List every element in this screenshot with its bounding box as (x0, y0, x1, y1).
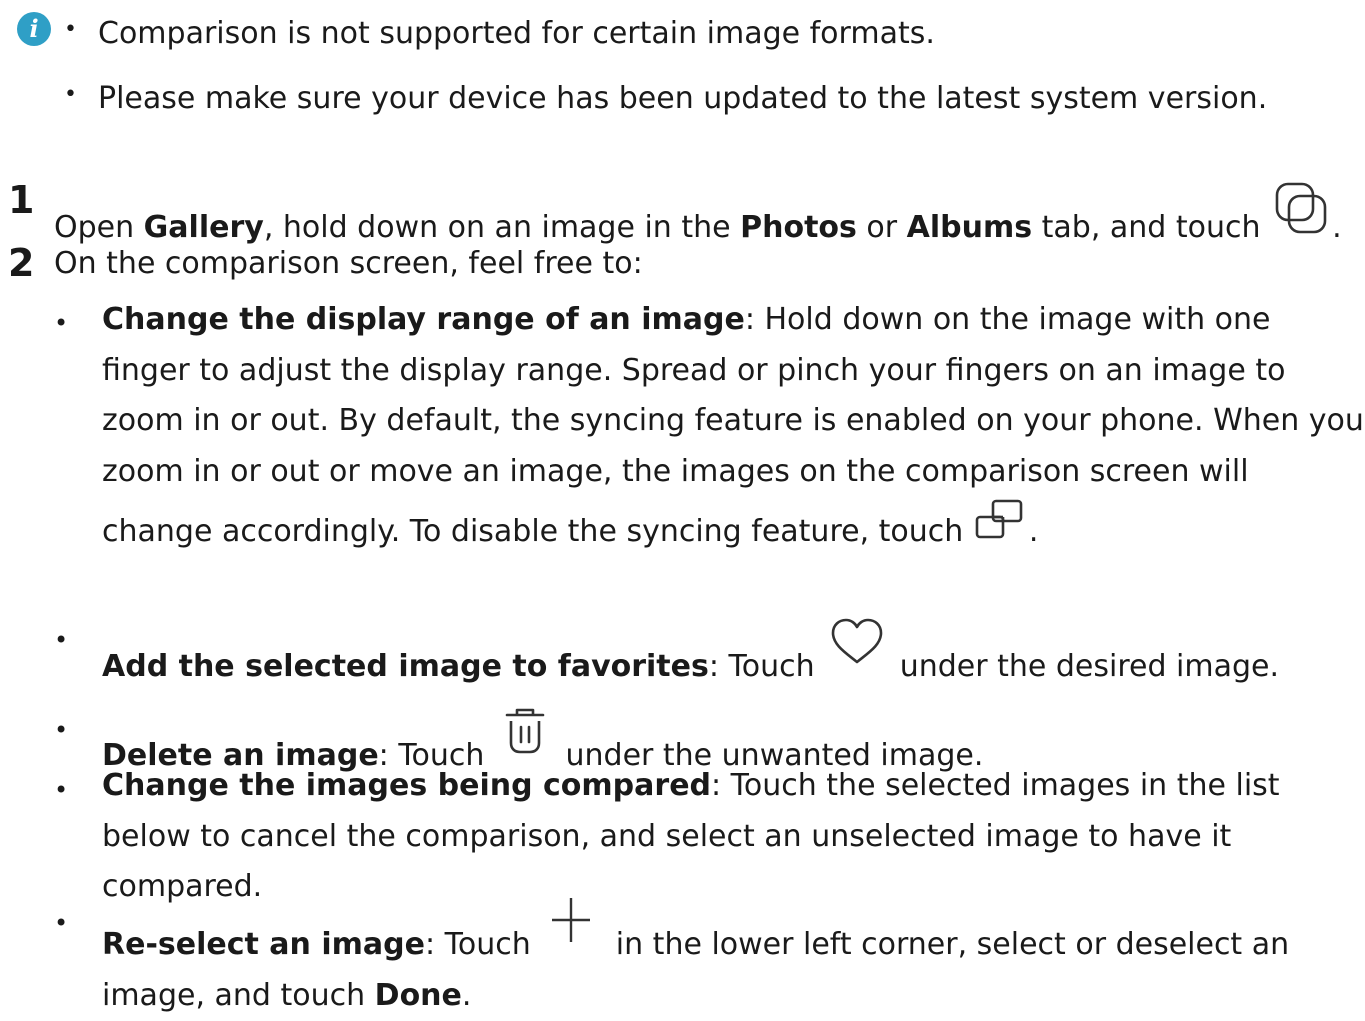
step-number: 2 (8, 241, 35, 285)
bullet-text: : Touch (424, 927, 541, 962)
step-number: 1 (8, 178, 35, 222)
step-2-text: On the comparison screen, feel free to: (54, 246, 643, 281)
photos-tab-label: Photos (740, 210, 857, 245)
bullet-text: : Hold down on the image with one finger… (102, 302, 1364, 549)
note-item: Comparison is not supported for certain … (98, 16, 935, 51)
bullet-dot: • (54, 716, 69, 744)
bullet-dot: • (54, 909, 69, 937)
bullet-title: Change the images being compared (102, 768, 712, 803)
note-item: Please make sure your device has been up… (98, 81, 1268, 116)
bullet-dot: • (54, 776, 69, 804)
bullet-text: . (1028, 514, 1039, 549)
step-text-part: or (856, 210, 907, 245)
albums-tab-label: Albums (906, 210, 1033, 245)
bullet-text: under the desired image. (890, 649, 1280, 684)
trash-icon (505, 708, 545, 754)
bullet-dot: • (54, 626, 69, 654)
bullet-reselect: Re-select an image: Touch in the lower l… (102, 894, 1364, 1021)
bullet-text: : Touch (708, 649, 825, 684)
step-text-part: , hold down on an image in the (263, 210, 741, 245)
plus-icon (552, 898, 591, 942)
bullet-favorites: Add the selected image to favorites: Tou… (102, 616, 1279, 687)
bullet-dot: • (54, 309, 69, 337)
step-text-part: Open (54, 210, 144, 245)
compare-icon (1275, 182, 1327, 234)
bullet-title: Re-select an image (102, 927, 425, 962)
note-bullet: • (64, 82, 77, 107)
bullet-title: Change the display range of an image (102, 302, 745, 337)
step-text-part: . (1332, 210, 1342, 245)
heart-icon (831, 618, 883, 664)
bullet-change-images: Change the images being compared: Touch … (102, 761, 1364, 913)
gallery-label: Gallery (143, 210, 264, 245)
bullet-title: Add the selected image to favorites (102, 649, 709, 684)
note-bullet: • (64, 17, 77, 42)
step-1-text: Open Gallery, hold down on an image in t… (54, 181, 1342, 248)
bullet-display-range: Change the display range of an image: Ho… (102, 295, 1364, 558)
step-text-part: tab, and touch (1032, 210, 1271, 245)
sync-icon (975, 499, 1023, 539)
info-icon: i (17, 12, 51, 46)
